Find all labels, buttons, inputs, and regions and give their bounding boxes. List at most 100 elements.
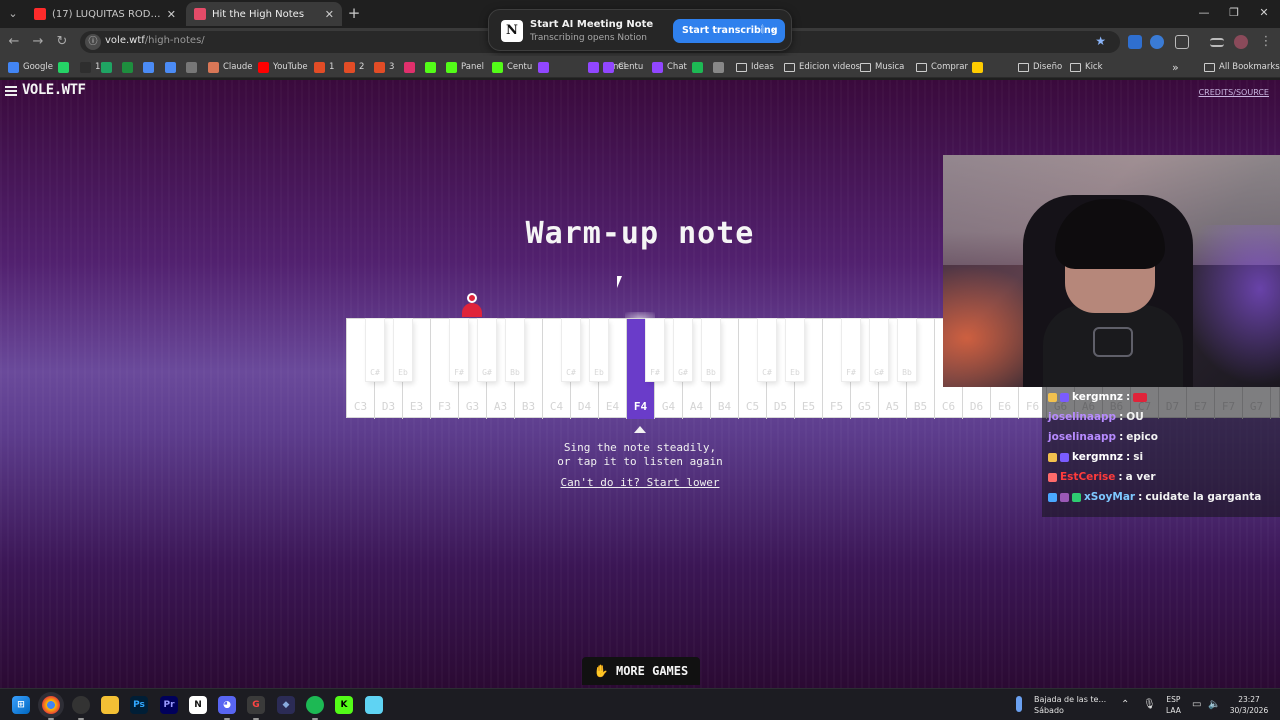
microphone-icon[interactable]: 🎙 [1143,699,1156,710]
chevron-down-icon[interactable]: ⌄ [762,24,777,34]
bookmark-overflow-icon[interactable]: » [1172,60,1179,74]
bookmark-item[interactable] [713,60,724,74]
maximize-icon[interactable]: ❐ [1226,5,1242,21]
reload-icon[interactable]: ↻ [54,34,70,50]
bookmark-item[interactable]: Panel [446,60,484,74]
taskbar-clock[interactable]: 23:27 30/3/2026 [1226,694,1272,716]
piano-black-key[interactable]: F# [646,319,664,381]
kick-icon[interactable]: K [335,696,353,714]
app-icon[interactable]: ◆ [277,696,295,714]
piano-black-key[interactable]: Eb [590,319,608,381]
key-label: C3 [353,400,368,413]
notepad-icon[interactable] [365,696,383,714]
minimize-icon[interactable]: — [1196,5,1212,21]
premiere-icon[interactable]: Pr [160,696,178,714]
bookmark-star-icon[interactable]: ★ [1095,34,1106,48]
tab-youtube[interactable]: (17) LUQUITAS RODRIGUEZ Y L ✕ [26,2,184,26]
tab-high-notes[interactable]: Hit the High Notes ✕ [186,2,342,26]
bookmark-item[interactable] [186,60,197,74]
bookmark-folder[interactable]: Ideas [736,60,774,74]
piano-black-key[interactable]: C# [366,319,384,381]
bookmark-item[interactable]: Claude [208,60,253,74]
site-logo[interactable]: VOLE.WTF [22,82,86,98]
photoshop-icon[interactable]: Ps [130,696,148,714]
close-window-icon[interactable]: ✕ [1256,5,1272,21]
chrome-icon[interactable] [42,696,60,720]
close-tab-icon[interactable]: ✕ [167,8,176,21]
folder-icon [916,62,927,72]
piano-black-key[interactable]: G# [674,319,692,381]
more-games-button[interactable]: ✋ MORE GAMES [582,657,700,685]
back-icon[interactable]: ← [6,34,22,50]
bookmark-item[interactable] [143,60,154,74]
piano-black-key[interactable]: F# [450,319,468,381]
chat-username: joselinaapp [1048,431,1117,443]
bookmark-folder[interactable]: Diseño [1018,60,1062,74]
start-lower-link[interactable]: Can't do it? Start lower [540,476,740,489]
piano-black-key[interactable]: G# [478,319,496,381]
profile-avatar-icon[interactable] [1234,35,1248,49]
web-page: VOLE.WTF CREDITS/SOURCE Warm-up note C3 D… [0,80,1280,688]
discord-icon[interactable]: ◕ [218,696,236,720]
bookmark-folder[interactable]: Edicion videos [784,60,860,74]
spotify-icon[interactable] [306,696,324,720]
keyboard-layout: LAA [1166,706,1181,715]
bookmark-item[interactable]: 3 [374,60,394,74]
piano-black-key[interactable]: G# [870,319,888,381]
piano-black-key[interactable]: F# [842,319,860,381]
bookmark-item[interactable] [404,60,415,74]
start-transcribing-button[interactable]: Start transcribing ⌄ [673,19,785,43]
windows-start-icon[interactable]: ⊞ [12,696,30,714]
bookmark-item[interactable] [692,60,703,74]
all-bookmarks[interactable]: All Bookmarks [1204,60,1280,74]
piano-black-key[interactable]: C# [758,319,776,381]
folder-icon [1070,62,1081,72]
credits-link[interactable]: CREDITS/SOURCE [1199,88,1269,97]
streaming-app-icon[interactable]: G [247,696,265,720]
tab-groups-icon[interactable] [1210,38,1224,47]
tab-search-icon[interactable]: ⌄ [4,5,22,23]
key-label: F# [846,368,856,377]
close-tab-icon[interactable]: ✕ [325,8,334,21]
browser-menu-icon[interactable]: ⋮ [1258,34,1274,50]
bookmark-folder[interactable]: Musica [860,60,904,74]
bookmark-item[interactable] [58,60,69,74]
piano-black-key[interactable]: Bb [898,319,916,381]
piano-black-key[interactable]: Eb [786,319,804,381]
bookmark-item[interactable]: Chat [652,60,687,74]
notion-icon[interactable]: N [189,696,207,714]
extension-icon[interactable] [1150,35,1164,49]
language-indicator[interactable]: ESP LAA [1166,694,1181,716]
piano-black-key[interactable]: Bb [506,319,524,381]
bookmark-item[interactable]: YouTube [258,60,308,74]
bookmark-folder[interactable]: Kick [1070,60,1103,74]
menu-icon[interactable] [5,86,17,96]
network-icon[interactable]: ▭ [1192,699,1201,710]
bookmark-favicon-icon [8,61,19,73]
bookmark-item[interactable] [538,60,549,74]
file-explorer-icon[interactable] [101,696,119,714]
volume-icon[interactable]: 🔈 [1208,699,1220,710]
bookmark-item[interactable] [165,60,176,74]
piano-black-key[interactable]: Eb [394,319,412,381]
bookmark-item[interactable] [972,60,983,74]
chevron-up-icon[interactable]: ⌃ [1121,699,1129,710]
site-info-icon[interactable]: ⓘ [85,34,101,50]
new-tab-icon[interactable]: + [346,5,362,21]
bookmark-item[interactable]: 1 [314,60,334,74]
bookmark-item[interactable]: Google [8,60,53,74]
bookmark-item[interactable]: 2 [344,60,364,74]
piano-black-key[interactable]: C# [562,319,580,381]
bookmark-item[interactable] [101,60,112,74]
bookmark-item[interactable]: Centu [603,60,643,74]
forward-icon[interactable]: → [30,34,46,50]
extensions-puzzle-icon[interactable] [1175,35,1189,49]
key-label: C5 [745,400,760,413]
bookmark-item[interactable] [425,60,436,74]
extension-icon[interactable] [1128,35,1142,49]
bookmark-folder[interactable]: Comprar [916,60,968,74]
bookmark-item[interactable]: Centu [492,60,532,74]
obs-icon[interactable] [72,696,90,720]
bookmark-item[interactable] [122,60,133,74]
piano-black-key[interactable]: Bb [702,319,720,381]
